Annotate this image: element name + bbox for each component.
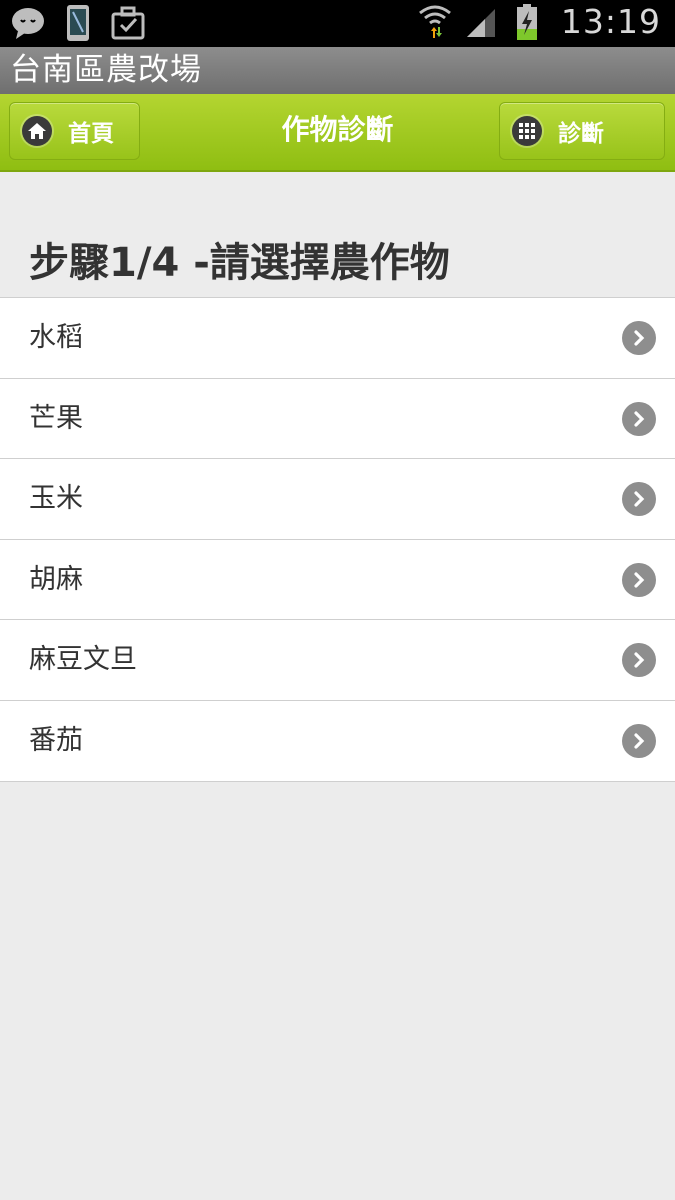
grid-icon xyxy=(512,116,542,146)
list-item-label: 麻豆文旦 xyxy=(29,644,137,676)
chevron-right-icon xyxy=(622,321,656,355)
chevron-right-icon xyxy=(622,401,656,436)
chevron-right-icon xyxy=(622,562,656,597)
chevron-right-icon xyxy=(622,723,656,758)
chevron-right-icon xyxy=(622,482,656,517)
app-title: 台南區農改場 xyxy=(0,47,675,94)
briefcase-check-icon xyxy=(110,4,146,42)
list-item-rice[interactable]: 水稻 xyxy=(0,298,675,379)
home-button-label: 首頁 xyxy=(68,121,114,147)
status-clock: 13:19 xyxy=(560,2,661,41)
list-item-sesame[interactable]: 胡麻 xyxy=(0,539,675,621)
list-item-label: 玉米 xyxy=(29,483,83,515)
list-item-pomelo[interactable]: 麻豆文旦 xyxy=(0,620,675,701)
battery-charging-icon xyxy=(509,3,545,41)
list-item-label: 芒果 xyxy=(29,402,83,434)
diagnosis-button-label: 診斷 xyxy=(558,121,604,147)
status-bar: 13:19 xyxy=(0,0,675,47)
home-icon xyxy=(22,116,52,146)
page-header: 作物診斷 首頁 診斷 xyxy=(0,94,675,172)
chat-icon xyxy=(10,4,46,42)
list-item-mango[interactable]: 芒果 xyxy=(0,378,675,460)
wifi-icon xyxy=(417,3,453,41)
signal-icon xyxy=(463,3,499,41)
home-button[interactable]: 首頁 xyxy=(9,102,140,160)
list-item-corn[interactable]: 玉米 xyxy=(0,459,675,540)
list-item-tomato[interactable]: 番茄 xyxy=(0,700,675,782)
list-item-label: 胡麻 xyxy=(29,563,83,595)
diagnosis-button[interactable]: 診斷 xyxy=(499,102,665,160)
list-item-label: 番茄 xyxy=(29,724,83,756)
step-heading: 步驟1/4 -請選擇農作物 xyxy=(29,240,450,286)
phone-icon xyxy=(60,4,96,42)
chevron-right-icon xyxy=(622,643,656,678)
crop-list: 水稻 芒果 玉米 胡麻 麻豆文旦 番茄 xyxy=(0,297,675,782)
list-item-label: 水稻 xyxy=(29,322,83,353)
